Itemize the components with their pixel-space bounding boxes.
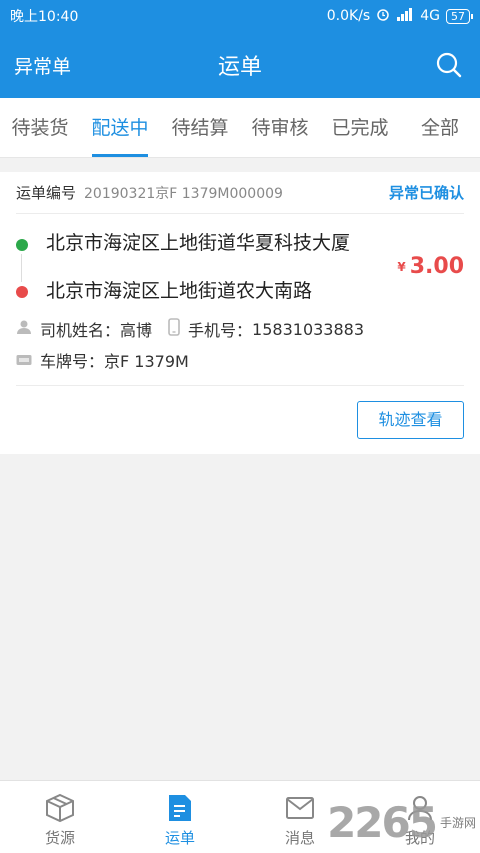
document-icon	[169, 795, 191, 821]
order-card-header: 运单编号 20190321京F 1379M000009 异常已确认	[16, 172, 464, 214]
exception-orders-link[interactable]: 异常单	[14, 52, 71, 79]
search-icon[interactable]	[434, 50, 464, 80]
order-card[interactable]: 运单编号 20190321京F 1379M000009 异常已确认 北京市海淀区…	[0, 172, 480, 454]
watermark-subtext: 手游网	[439, 816, 476, 830]
nav-item-cargo-source[interactable]: 货源	[0, 781, 120, 853]
tab-completed[interactable]: 已完成	[320, 98, 400, 157]
license-plate-icon	[16, 351, 32, 370]
route-connector	[21, 254, 22, 282]
destination-address: 北京市海淀区上地街道农大南路	[46, 280, 313, 302]
destination-dot-icon	[16, 286, 28, 298]
order-status-badge: 异常已确认	[388, 184, 464, 202]
tab-pending-review[interactable]: 待审核	[240, 98, 320, 157]
driver-info-row: 司机姓名： 高博 手机号： 15831033883	[16, 317, 464, 341]
origin-address: 北京市海淀区上地街道华夏科技大厦	[46, 232, 351, 254]
network-type: 4G	[420, 8, 440, 24]
order-status-tabs: 待装货 配送中 待结算 待审核 已完成 全部	[0, 98, 480, 158]
battery-indicator: 57	[446, 8, 473, 24]
status-bar: 晚上10:40 0.0K/s 4G 57	[0, 0, 480, 32]
nav-label-messages: 消息	[284, 829, 315, 847]
card-divider	[16, 385, 464, 386]
tab-all[interactable]: 全部	[400, 98, 480, 157]
nav-label-waybill: 运单	[164, 829, 195, 847]
tab-pending-loading[interactable]: 待装货	[0, 98, 80, 157]
price-value: 3.00	[409, 254, 464, 279]
view-track-button[interactable]: 轨迹查看	[357, 401, 464, 439]
site-watermark: 2265 手游网	[327, 798, 476, 847]
box-icon	[46, 793, 74, 823]
signal-icon	[396, 7, 414, 25]
nav-label-cargo-source: 货源	[44, 829, 75, 847]
order-number-label: 运单编号	[16, 184, 77, 202]
status-indicators: 0.0K/s 4G 57	[326, 7, 473, 25]
currency-symbol: ¥	[397, 260, 406, 274]
route-section: 北京市海淀区上地街道华夏科技大厦 北京市海淀区上地街道农大南路 ¥3.00	[16, 224, 464, 324]
page-title: 运单	[217, 55, 262, 80]
watermark-logo-text: 2265	[327, 798, 438, 847]
person-icon	[16, 319, 32, 339]
driver-name-label: 司机姓名：	[40, 321, 121, 340]
plate-number: 京F 1379M	[104, 352, 189, 371]
tab-pending-settlement[interactable]: 待结算	[160, 98, 240, 157]
freight-price: ¥3.00	[397, 254, 464, 279]
origin-dot-icon	[16, 239, 28, 251]
tab-delivering[interactable]: 配送中	[80, 98, 160, 157]
phone-icon	[168, 318, 180, 340]
app-bar: 异常单 运单	[0, 32, 480, 98]
mail-icon	[286, 797, 314, 819]
plate-info-row: 车牌号： 京F 1379M	[16, 348, 464, 372]
nav-item-waybill[interactable]: 运单	[120, 781, 240, 853]
driver-name: 高博	[120, 321, 153, 340]
status-time: 晚上10:40	[10, 9, 79, 25]
network-speed: 0.0K/s	[326, 8, 371, 24]
alarm-icon	[376, 7, 390, 25]
phone-number[interactable]: 15831033883	[252, 320, 364, 339]
order-number: 20190321京F 1379M000009	[84, 185, 283, 202]
plate-label: 车牌号：	[40, 352, 105, 371]
phone-label: 手机号：	[188, 321, 253, 340]
